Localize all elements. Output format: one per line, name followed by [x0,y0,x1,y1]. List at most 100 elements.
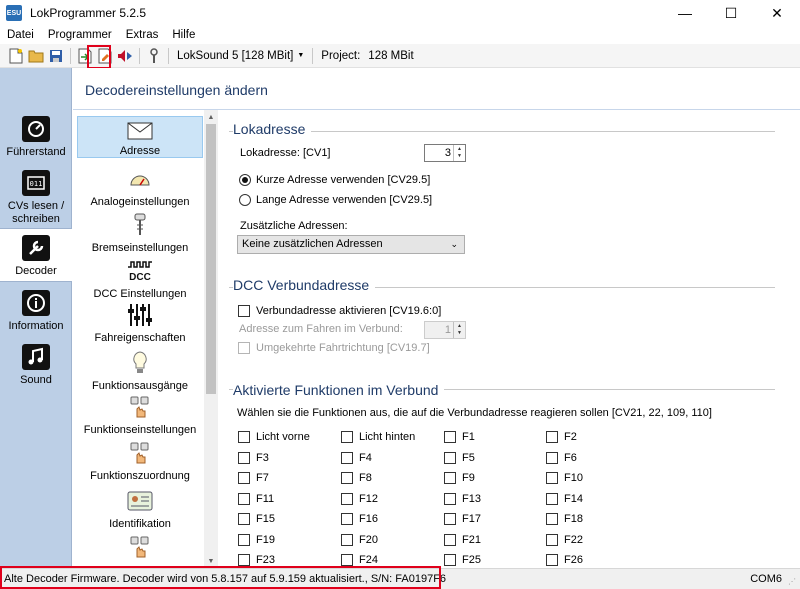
category-label: Funktionsausgänge [91,380,188,392]
sliders-icon [126,302,154,328]
function-checkbox[interactable] [341,472,353,484]
function-label: F12 [359,492,378,505]
menu-datei[interactable]: Datei [0,29,41,41]
function-checkbox[interactable] [341,451,353,464]
function-label: F9 [462,472,475,484]
function-label: F15 [256,513,275,525]
category-label: Identifikation [109,518,171,530]
spinner-icon[interactable]: ▲ ▼ [453,145,465,161]
programmer-probe-icon[interactable] [146,47,162,64]
menu-bar: Datei Programmer Extras Hilfe [0,26,800,44]
scrollbar-thumb[interactable] [206,124,216,394]
toolbar-separator [312,47,314,64]
category-more[interactable] [77,534,203,564]
sound-play-icon[interactable] [117,48,133,64]
function-checkbox[interactable] [444,451,456,464]
category-scrollbar[interactable]: ▲ ▼ [204,110,218,568]
nav-item-sound[interactable]: Sound [0,344,72,387]
project-value: 128 MBit [368,49,414,62]
maximize-button[interactable]: ☐ [708,0,754,26]
category-funktionszuordnung[interactable]: Funktionszuordnung [77,440,203,482]
function-checkbox[interactable] [444,472,456,484]
function-checkbox[interactable] [444,554,456,566]
function-checkbox[interactable] [444,431,456,443]
function-checkbox[interactable] [546,431,558,443]
nav-item-decoder[interactable]: Decoder [0,228,72,282]
short-address-radio[interactable] [239,174,251,186]
content-header: Decodereinstellungen ändern [73,68,800,110]
category-funktionseinstellungen[interactable]: Funktionseinstellungen [77,394,203,436]
category-funktionsausgaenge[interactable]: Funktionsausgänge [77,350,203,392]
function-checkbox[interactable] [546,533,558,546]
verbund-activate-checkbox[interactable] [238,305,250,317]
function-checkbox[interactable] [238,431,250,443]
function-checkbox[interactable] [444,513,456,525]
function-label: F13 [462,492,481,505]
function-label: F6 [564,451,577,464]
save-icon[interactable] [48,48,64,64]
verbund-reverse-checkbox[interactable] [238,342,250,354]
nav-item-label: Sound [20,374,52,386]
brake-icon [126,212,154,238]
function-label: F22 [564,533,583,546]
nav-item-fuehrerstand[interactable]: Führerstand [0,116,72,159]
function-checkbox[interactable] [341,492,353,505]
verbund-address-label: Adresse zum Fahren im Verbund: [239,323,403,335]
nav-item-information[interactable]: Information [0,290,72,333]
extra-addresses-label: Zusätzliche Adressen: [240,220,348,232]
category-dcc-einstellungen[interactable]: DCC DCC Einstellungen [77,258,203,300]
spinner-icon[interactable]: ▲ ▼ [453,322,465,338]
nav-item-label: CVs lesen / schreiben [7,200,65,225]
function-label: F8 [359,472,372,484]
function-checkbox[interactable] [546,554,558,566]
long-address-radio[interactable] [239,194,251,206]
new-file-icon[interactable] [8,48,24,64]
function-checkbox[interactable] [238,472,250,484]
window-title: LokProgrammer 5.2.5 [30,6,147,20]
nav-item-label: Führerstand [6,146,66,158]
tachometer-icon [22,116,50,142]
function-checkbox[interactable] [444,533,456,546]
category-identifikation[interactable]: Identifikation [77,488,203,530]
status-port: COM6 [750,573,782,585]
function-checkbox[interactable] [341,554,353,566]
function-checkbox[interactable] [444,492,456,505]
function-checkbox[interactable] [238,533,250,546]
function-label: Licht vorne [256,431,310,443]
function-checkbox[interactable] [546,492,558,505]
menu-programmer[interactable]: Programmer [41,29,119,41]
section-title-verbund: DCC Verbundadresse [233,277,376,293]
chevron-up-icon[interactable]: ▲ [204,110,218,124]
function-checkbox[interactable] [341,431,353,443]
function-checkbox[interactable] [238,492,250,505]
function-checkbox[interactable] [341,533,353,546]
function-label: F21 [462,533,481,546]
function-checkbox[interactable] [238,513,250,525]
nav-item-label: Information [8,320,64,332]
function-checkbox[interactable] [341,513,353,525]
menu-extras[interactable]: Extras [119,29,166,41]
verbund-address-input[interactable]: 1 ▲ ▼ [424,321,466,339]
decoder-type-dropdown[interactable]: LokSound 5 [128 MBit] ▼ [177,50,304,62]
function-checkbox[interactable] [238,554,250,566]
function-checkbox[interactable] [546,472,558,484]
open-folder-icon[interactable] [28,48,44,64]
lokadresse-input[interactable]: 3 ▲ ▼ [424,144,466,162]
category-label: Funktionszuordnung [90,470,190,482]
category-bremseinstellungen[interactable]: Bremseinstellungen [77,212,203,254]
menu-hilfe[interactable]: Hilfe [165,29,202,41]
close-button[interactable]: ✕ [754,0,800,26]
function-checkbox[interactable] [546,451,558,464]
function-label: F24 [359,554,378,566]
resize-grip-icon[interactable]: ⋰ [788,577,798,587]
category-adresse[interactable]: Adresse [77,116,203,158]
category-analogeinstellungen[interactable]: Analogeinstellungen [77,166,203,208]
function-checkbox[interactable] [546,513,558,525]
category-fahreigenschaften[interactable]: Fahreigenschaften [77,302,203,344]
nav-item-cvs[interactable]: 011 CVs lesen / schreiben [0,170,72,226]
extra-addresses-select[interactable]: Keine zusätzlichen Adressen ⌄ [237,235,465,254]
dcc-icon: DCC [126,258,154,284]
function-checkbox[interactable] [238,451,250,464]
minimize-button[interactable]: — [662,0,708,26]
hand-buttons-icon [126,394,154,420]
